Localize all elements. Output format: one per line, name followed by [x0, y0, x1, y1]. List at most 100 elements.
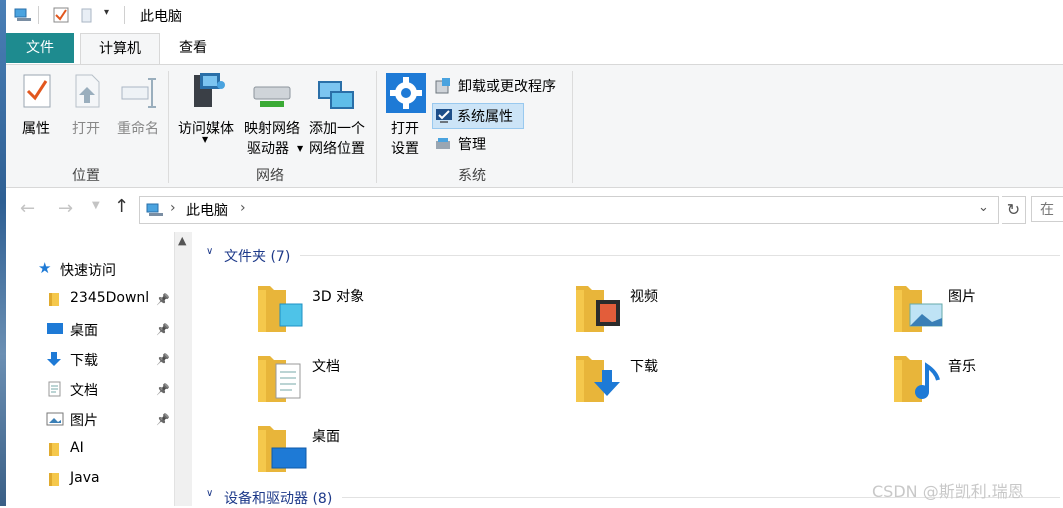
tab-view[interactable]: 查看: [164, 33, 222, 63]
access-media-button[interactable]: 访问媒体 ▼: [174, 69, 238, 151]
breadcrumb-separator-icon[interactable]: ›: [170, 200, 176, 216]
breadcrumb-chevron-icon[interactable]: ›: [240, 200, 246, 216]
nav-item-label: 图片: [70, 413, 98, 429]
folder-name: 视频: [630, 289, 658, 305]
media-server-icon: [194, 73, 225, 107]
folder-tile[interactable]: 桌面: [256, 420, 556, 484]
nav-item[interactable]: 文档 📌: [6, 374, 174, 404]
download-icon: [576, 356, 620, 402]
picture-icon: [46, 411, 64, 427]
nav-quick-access-label: 快速访问: [60, 263, 116, 279]
window-title: 此电脑: [140, 9, 182, 25]
map-drive-label-2: 驱动器: [247, 141, 289, 157]
title-bar: ▾ 此电脑: [6, 0, 1063, 31]
separator: [38, 6, 39, 24]
document-icon: [46, 381, 62, 397]
nav-item-label: Java: [70, 470, 100, 486]
tab-file[interactable]: 文件: [6, 33, 74, 63]
folder-icon: [46, 471, 62, 487]
computer-icon[interactable]: [14, 6, 32, 24]
folders-section-header[interactable]: 文件夹 (7): [224, 246, 290, 266]
nav-item[interactable]: 图片 📌: [6, 404, 174, 434]
uninstall-label: 卸载或更改程序: [458, 79, 556, 95]
folder-icon: [46, 441, 62, 457]
refresh-icon[interactable]: ↻: [1002, 196, 1026, 224]
scroll-up-icon[interactable]: ▲: [178, 234, 186, 247]
open-settings-label-2: 设置: [391, 141, 419, 157]
nav-item[interactable]: 2345Downl 📌: [6, 284, 174, 314]
open-icon: [75, 74, 100, 108]
network-group-label: 网络: [256, 168, 284, 184]
system-properties-icon: [436, 109, 452, 123]
pin-icon[interactable]: 📌: [156, 293, 170, 306]
navigation-bar: ← → ▼ ↑ › 此电脑 › ⌄ ↻ 在: [6, 190, 1063, 230]
pin-icon[interactable]: 📌: [156, 413, 170, 426]
gear-icon: [386, 73, 426, 113]
forward-arrow-icon[interactable]: →: [58, 198, 73, 219]
network-location-icon: [318, 81, 354, 109]
collapse-chevron-icon[interactable]: ∨: [206, 246, 213, 257]
folder-tile[interactable]: 图片: [892, 280, 1063, 344]
collapse-chevron-icon[interactable]: ∨: [206, 488, 213, 499]
folder-tile[interactable]: 视频: [574, 280, 874, 344]
nav-item-label: AI: [70, 440, 84, 456]
nav-item[interactable]: 下载 📌: [6, 344, 174, 374]
uninstall-icon: [435, 78, 450, 94]
tab-computer[interactable]: 计算机: [80, 33, 160, 66]
search-input[interactable]: 在: [1031, 196, 1063, 222]
pin-icon[interactable]: 📌: [156, 383, 170, 396]
up-arrow-icon[interactable]: ↑: [114, 196, 129, 217]
nav-item-label: 下载: [70, 353, 98, 369]
rename-button[interactable]: 重命名: [110, 69, 166, 139]
uninstall-programs-button[interactable]: 卸载或更改程序: [434, 75, 570, 97]
open-label: 打开: [72, 121, 100, 137]
folder-tile[interactable]: 3D 对象: [256, 280, 556, 344]
rename-icon: [121, 78, 156, 108]
open-settings-button[interactable]: 打开 设置: [382, 69, 428, 157]
pin-icon[interactable]: 📌: [156, 353, 170, 366]
manage-label: 管理: [458, 137, 486, 153]
system-properties-button[interactable]: 系统属性: [432, 103, 524, 129]
properties-check-icon[interactable]: [52, 6, 70, 24]
properties-button[interactable]: 属性: [14, 69, 58, 139]
address-dropdown-chevron-icon[interactable]: ⌄: [978, 200, 989, 215]
customize-qat-chevron-icon[interactable]: ▾: [104, 7, 109, 18]
document-icon: [258, 356, 301, 402]
folder-name: 下载: [630, 359, 658, 375]
folder-tile[interactable]: 下载: [574, 350, 874, 414]
system-group-label: 系统: [458, 168, 486, 184]
folder-icon: [46, 291, 62, 307]
star-icon: ★: [38, 259, 52, 277]
folder-name: 文档: [312, 359, 340, 375]
recent-locations-chevron-icon[interactable]: ▼: [92, 200, 100, 211]
nav-item[interactable]: AI: [6, 434, 174, 464]
open-button[interactable]: 打开: [66, 69, 106, 139]
add-network-location-button[interactable]: 添加一个 网络位置: [304, 69, 370, 157]
open-settings-label-1: 打开: [391, 121, 419, 137]
back-arrow-icon[interactable]: ←: [20, 198, 35, 219]
new-folder-icon[interactable]: [78, 6, 96, 24]
nav-scrollbar[interactable]: ▲: [174, 232, 193, 506]
folder-tile[interactable]: 音乐: [892, 350, 1063, 414]
picture-icon: [894, 286, 943, 332]
nav-item-label: 文档: [70, 383, 98, 399]
system-properties-label: 系统属性: [457, 109, 513, 125]
nav-item-label: 2345Downl: [70, 290, 150, 306]
music-icon: [894, 356, 940, 402]
add-location-label-2: 网络位置: [309, 141, 365, 157]
computer-icon: [146, 203, 163, 216]
manage-button[interactable]: 管理: [434, 133, 504, 155]
address-bar[interactable]: › 此电脑 › ⌄: [139, 196, 999, 224]
rename-label: 重命名: [117, 121, 159, 137]
nav-item[interactable]: 桌面 📌: [6, 314, 174, 344]
breadcrumb-this-pc[interactable]: 此电脑: [186, 200, 228, 220]
pin-icon[interactable]: 📌: [156, 323, 170, 336]
section-divider: [300, 255, 1060, 256]
folder-name: 音乐: [948, 359, 976, 375]
map-network-drive-button[interactable]: 映射网络 驱动器 ▼: [240, 69, 304, 157]
devices-section-header[interactable]: 设备和驱动器 (8): [224, 488, 332, 508]
folder-tile[interactable]: 文档: [256, 350, 556, 414]
nav-item[interactable]: Java: [6, 464, 174, 494]
ribbon-tabs: 文件 计算机 查看: [6, 31, 1063, 66]
nav-quick-access[interactable]: ★ 快速访问: [6, 254, 174, 284]
